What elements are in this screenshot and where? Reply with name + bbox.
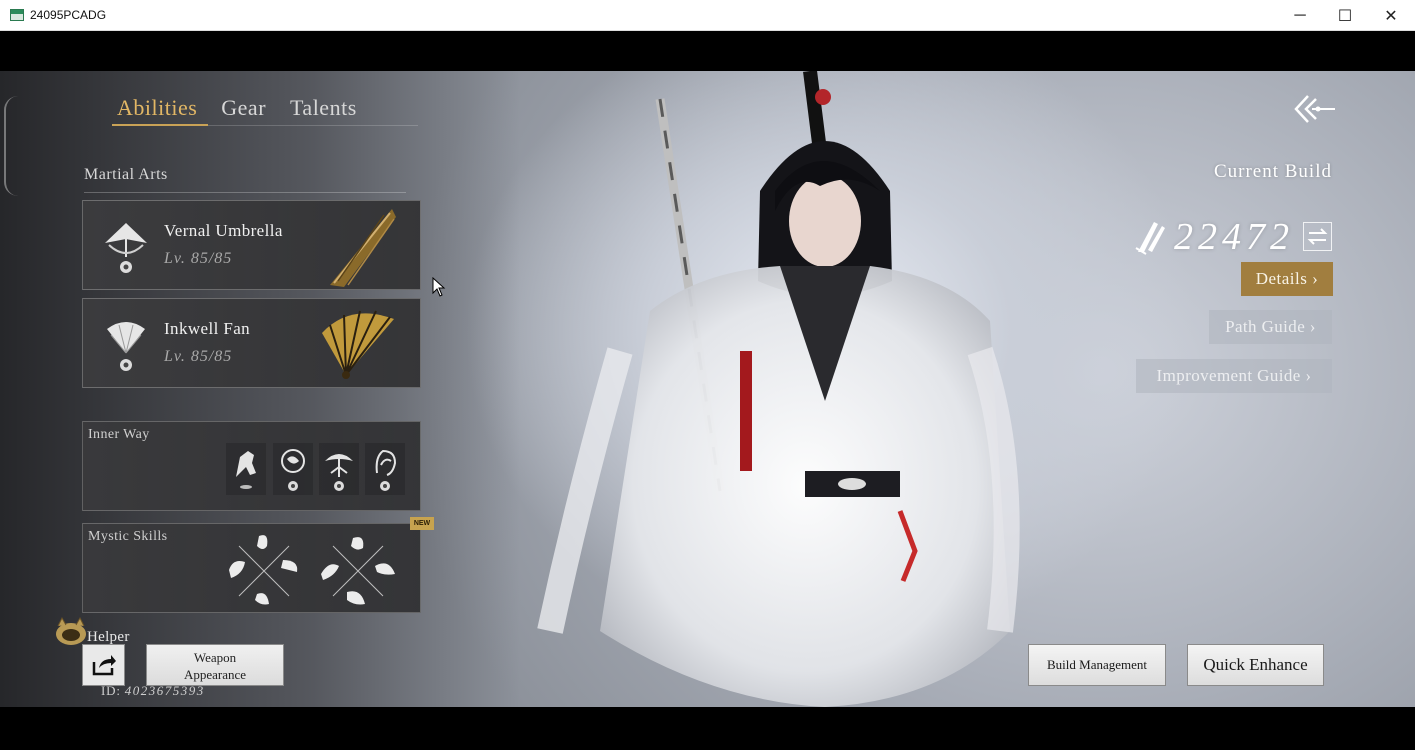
swap-build-button[interactable] — [1303, 222, 1332, 251]
mouse-cursor-icon — [432, 277, 446, 297]
inner-way-slot[interactable] — [273, 443, 313, 495]
martial-arts-divider — [84, 192, 406, 193]
share-button[interactable] — [82, 644, 125, 686]
path-guide-button[interactable]: Path Guide › — [1209, 310, 1332, 344]
fan-artwork — [322, 310, 394, 379]
build-management-button[interactable]: Build Management — [1028, 644, 1166, 686]
mystic-skills-panel[interactable]: Mystic Skills — [82, 523, 421, 613]
tab-talents[interactable]: Talents — [290, 95, 357, 121]
inner-way-slot[interactable] — [226, 443, 266, 495]
tab-abilities[interactable]: Abilities — [117, 95, 197, 121]
left-edge-arc — [4, 96, 18, 196]
umbrella-artwork — [330, 209, 396, 287]
horse-icon — [236, 451, 256, 489]
weapon-appearance-button[interactable]: Weapon Appearance — [146, 644, 284, 686]
share-icon — [92, 655, 116, 676]
fan-icon — [107, 322, 145, 371]
weapon-appearance-label-line1: Weapon — [193, 650, 237, 665]
inner-way-label: Inner Way — [88, 427, 150, 442]
power-icon — [1135, 222, 1165, 255]
minimize-button[interactable]: ─ — [1277, 0, 1323, 31]
new-badge: NEW — [410, 517, 434, 530]
tree-icon — [325, 454, 353, 491]
window-titlebar: 24095PCADG ─ ☐ ✕ — [0, 0, 1415, 31]
player-id: ID: 4023675393 — [101, 683, 205, 699]
game-viewport: Abilities Gear Talents Martial Arts Vern… — [0, 71, 1415, 707]
power-score: 22472 — [1132, 215, 1294, 259]
weapon-card-vernal-umbrella[interactable]: Vernal Umbrella Lv. 85/85 — [82, 200, 421, 290]
hand-icon — [375, 449, 397, 491]
orb-icon — [281, 449, 305, 491]
mystic-skill-set-1-icon — [229, 535, 298, 605]
player-id-label: ID: — [101, 683, 121, 698]
swap-icon — [1307, 228, 1328, 245]
weapon-card-inkwell-fan[interactable]: Inkwell Fan Lv. 85/85 — [82, 298, 421, 388]
weapon-name: Vernal Umbrella — [164, 221, 283, 240]
maximize-button[interactable]: ☐ — [1322, 0, 1368, 31]
inner-way-panel[interactable]: Inner Way — [82, 421, 421, 511]
weapon-appearance-label-line2: Appearance — [183, 667, 247, 682]
current-build-label: Current Build — [1213, 161, 1332, 182]
mystic-skill-set-2-icon — [321, 537, 395, 605]
weapon-level: Lv. 85/85 — [164, 348, 233, 365]
weapon-level: Lv. 85/85 — [164, 250, 233, 267]
helper-cat-icon — [56, 616, 86, 645]
weapon-name: Inkwell Fan — [164, 319, 251, 338]
tabs-divider — [112, 124, 418, 126]
app-icon — [10, 9, 24, 21]
window-title: 24095PCADG — [30, 8, 107, 22]
player-id-value: 4023675393 — [124, 683, 205, 698]
character-figure — [537, 71, 1020, 707]
inner-way-slot[interactable] — [365, 443, 405, 495]
power-value: 22472 — [1174, 216, 1294, 258]
inner-way-slot[interactable] — [319, 443, 359, 495]
improvement-guide-button[interactable]: Improvement Guide › — [1136, 359, 1332, 393]
details-button[interactable]: Details › — [1241, 262, 1333, 296]
main-tabs: Abilities Gear Talents — [117, 95, 357, 121]
quick-enhance-button[interactable]: Quick Enhance — [1187, 644, 1324, 686]
back-arrow-icon[interactable] — [1292, 93, 1336, 125]
helper[interactable]: Helper — [54, 616, 130, 646]
martial-arts-heading: Martial Arts — [84, 166, 168, 183]
tab-gear[interactable]: Gear — [221, 95, 266, 121]
umbrella-icon — [105, 223, 147, 273]
mystic-skills-label: Mystic Skills — [88, 529, 168, 544]
close-button[interactable]: ✕ — [1368, 0, 1414, 31]
